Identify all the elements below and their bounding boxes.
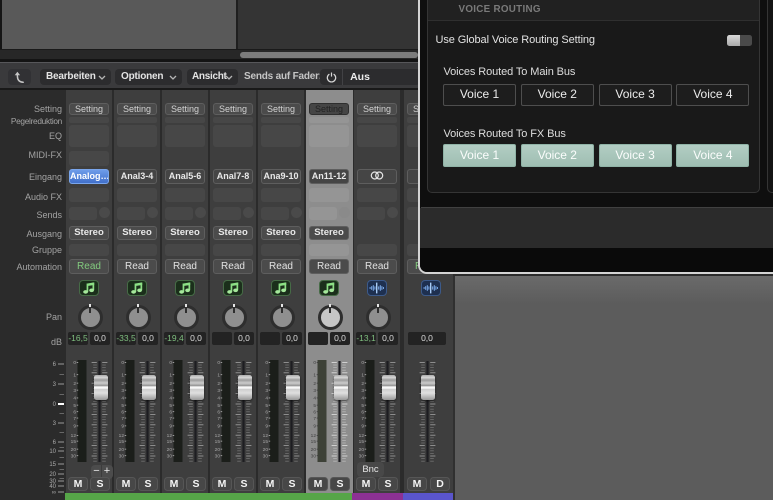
- svg-text:20: 20: [49, 472, 56, 478]
- svg-text:0: 0: [53, 402, 57, 408]
- svg-text:15: 15: [49, 462, 56, 468]
- svg-text:10: 10: [49, 449, 56, 455]
- svg-text:∞: ∞: [52, 490, 56, 496]
- svg-text:6: 6: [53, 440, 57, 446]
- svg-text:6: 6: [53, 362, 57, 368]
- svg-text:3: 3: [53, 421, 57, 427]
- svg-text:3: 3: [53, 382, 57, 388]
